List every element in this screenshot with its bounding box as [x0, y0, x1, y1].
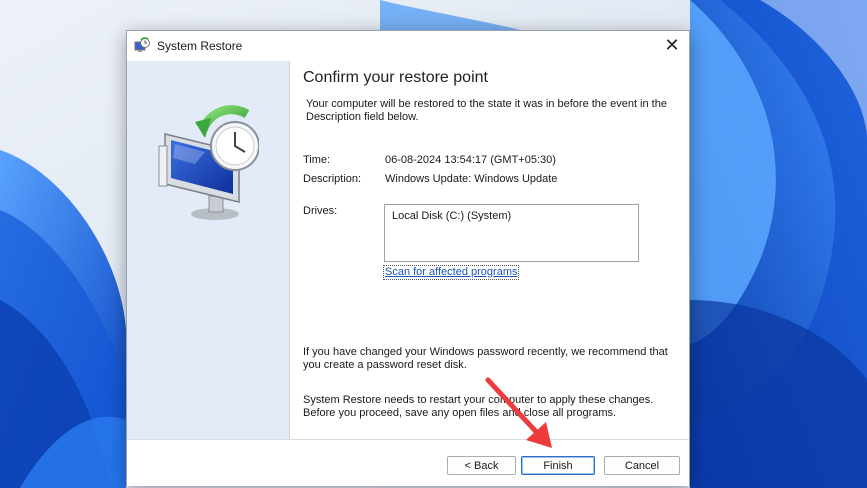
- close-button[interactable]: ✕: [655, 31, 689, 61]
- cancel-button[interactable]: Cancel: [604, 456, 680, 475]
- button-bar: < Back Finish Cancel: [127, 439, 689, 486]
- scan-affected-programs-link[interactable]: Scan for affected programs: [382, 265, 520, 280]
- time-value: 06-08-2024 13:54:17 (GMT+05:30): [385, 154, 556, 166]
- title-bar[interactable]: System Restore ✕: [127, 31, 689, 61]
- description-label: Description:: [303, 173, 362, 185]
- close-icon: ✕: [664, 35, 680, 55]
- password-note: If you have changed your Windows passwor…: [303, 346, 668, 371]
- intro-text: Your computer will be restored to the st…: [306, 98, 667, 123]
- drives-list[interactable]: Local Disk (C:) (System): [384, 204, 639, 262]
- back-button[interactable]: < Back: [447, 456, 516, 475]
- restart-note: System Restore needs to restart your com…: [303, 394, 654, 419]
- page-title: Confirm your restore point: [303, 69, 488, 86]
- restore-computer-clock-icon: [158, 105, 259, 220]
- drive-item[interactable]: Local Disk (C:) (System): [392, 210, 511, 223]
- system-restore-icon: [134, 37, 150, 52]
- finish-button[interactable]: Finish: [521, 456, 595, 475]
- left-panel: [127, 61, 290, 469]
- system-restore-dialog: System Restore ✕ Confirm your restore po…: [126, 30, 690, 486]
- drives-label: Drives:: [303, 205, 338, 217]
- window-title: System Restore: [157, 39, 243, 53]
- description-value: Windows Update: Windows Update: [385, 173, 558, 185]
- time-label: Time:: [303, 154, 331, 166]
